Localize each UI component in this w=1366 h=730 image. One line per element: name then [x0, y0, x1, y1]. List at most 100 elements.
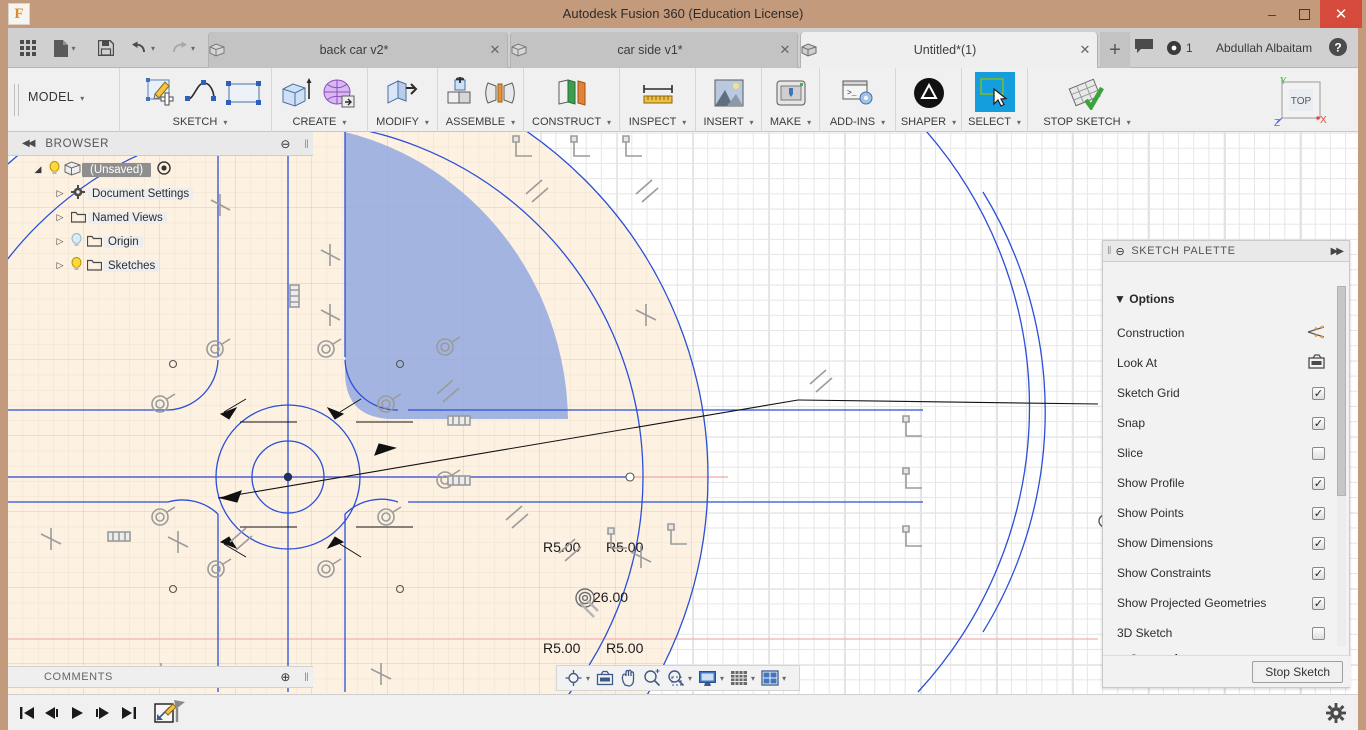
- ribbon-group-assemble-label[interactable]: ASSEMBLE ▾: [438, 116, 523, 128]
- comments-panel-header[interactable]: COMMENTS ⊕ ‖: [8, 666, 313, 688]
- palette-expand-icon[interactable]: ▶▶: [1331, 246, 1344, 257]
- select-tool-icon[interactable]: [975, 72, 1015, 112]
- form-icon[interactable]: [318, 74, 358, 112]
- help-icon[interactable]: ?: [1328, 37, 1350, 59]
- viewports-icon[interactable]: ▾: [759, 667, 788, 689]
- ribbon-group-stop-sketch-label[interactable]: STOP SKETCH ▾: [1028, 116, 1146, 128]
- spline-icon[interactable]: [182, 74, 222, 112]
- modify-caret-icon[interactable]: ▾: [425, 118, 429, 127]
- stop-sketch-button[interactable]: Stop Sketch: [1252, 661, 1343, 683]
- extrude-icon[interactable]: [276, 74, 316, 112]
- option-row-show-profile[interactable]: Show Profile ✓: [1117, 472, 1325, 494]
- option-row-show-points[interactable]: Show Points ✓: [1117, 502, 1325, 524]
- ribbon-grip[interactable]: [14, 84, 19, 116]
- option-row-look-at[interactable]: Look At: [1117, 352, 1325, 374]
- shaper-icon[interactable]: [909, 74, 949, 112]
- section-caret-icon[interactable]: ▼: [1114, 292, 1126, 306]
- measure-icon[interactable]: [638, 74, 678, 112]
- dimension-label-r5-bottom-right[interactable]: R5.00: [606, 640, 643, 656]
- section-header-options[interactable]: ▼ Options: [1114, 292, 1175, 306]
- ribbon-group-make-label[interactable]: MAKE ▾: [762, 116, 819, 128]
- scripts-addins-icon[interactable]: >_: [838, 74, 878, 112]
- construction-line-icon[interactable]: [1307, 325, 1325, 342]
- sketch-grid-checkbox[interactable]: ✓: [1312, 386, 1325, 400]
- snap-checkbox[interactable]: ✓: [1312, 416, 1325, 430]
- show-points-checkbox[interactable]: ✓: [1312, 506, 1325, 520]
- option-row-sketch-grid[interactable]: Sketch Grid ✓: [1117, 382, 1325, 404]
- step-forward-button[interactable]: [92, 704, 114, 722]
- stop-sketch-icon[interactable]: [1066, 74, 1106, 112]
- create-sketch-icon[interactable]: [142, 74, 182, 112]
- document-tab-car-side[interactable]: car side v1* ✕: [510, 32, 798, 68]
- play-button[interactable]: [66, 704, 88, 722]
- maximize-button[interactable]: [1288, 0, 1320, 28]
- document-tab-close-icon[interactable]: ✕: [773, 42, 797, 58]
- new-document-caret[interactable]: ▾: [71, 44, 75, 53]
- palette-minimize-icon[interactable]: ⊖: [1116, 245, 1126, 258]
- sketch-caret-icon[interactable]: ▾: [223, 118, 227, 127]
- option-row-construction[interactable]: Construction: [1117, 322, 1325, 344]
- redo-caret[interactable]: ▾: [191, 44, 195, 53]
- look-at-icon[interactable]: [594, 667, 616, 689]
- save-icon[interactable]: [92, 36, 120, 60]
- sketch-palette-header[interactable]: ‖ ⊖ SKETCH PALETTE ▶▶: [1103, 241, 1349, 262]
- viewports-caret-icon[interactable]: ▾: [782, 674, 786, 683]
- orbit-caret-icon[interactable]: ▾: [586, 674, 590, 683]
- option-row-slice[interactable]: Slice: [1117, 442, 1325, 464]
- browser-grip-icon[interactable]: ‖: [304, 137, 309, 151]
- app-grid-icon[interactable]: [14, 36, 42, 60]
- document-tab-untitled[interactable]: Untitled*(1) ✕: [800, 32, 1098, 68]
- document-tab-back-car[interactable]: back car v2* ✕: [208, 32, 508, 68]
- dimension-label-r5-top-right[interactable]: R5.00: [606, 539, 643, 555]
- grid-snap-icon[interactable]: ▾: [728, 667, 757, 689]
- new-component-icon[interactable]: [440, 74, 480, 112]
- insert-image-icon[interactable]: [709, 74, 749, 112]
- view-cube[interactable]: TOP Y X Z: [1270, 76, 1330, 134]
- option-row-show-dimensions[interactable]: Show Dimensions ✓: [1117, 532, 1325, 554]
- comments-grip-icon[interactable]: ‖: [304, 670, 309, 684]
- expand-arrow-icon[interactable]: ▷: [52, 236, 68, 247]
- close-button[interactable]: ✕: [1320, 0, 1362, 28]
- ribbon-group-inspect-label[interactable]: INSPECT ▾: [620, 116, 695, 128]
- undo-icon[interactable]: ▾: [126, 36, 160, 60]
- browser-item-unsaved[interactable]: ◢ (Unsaved): [30, 160, 171, 179]
- show-projected-geometries-checkbox[interactable]: ✓: [1312, 596, 1325, 610]
- expand-arrow-icon[interactable]: ◢: [30, 164, 46, 175]
- press-pull-icon[interactable]: [382, 74, 422, 112]
- display-settings-icon[interactable]: ▾: [696, 667, 726, 689]
- minimize-button[interactable]: –: [1256, 0, 1288, 28]
- user-name-label[interactable]: Abdullah Albaitam: [1216, 28, 1312, 68]
- shaper-caret-icon[interactable]: ▾: [952, 118, 956, 127]
- expand-arrow-icon[interactable]: ▷: [52, 188, 68, 199]
- settings-gear-icon[interactable]: [1326, 703, 1346, 723]
- job-status-indicator[interactable]: 1: [1166, 37, 1193, 59]
- select-caret-icon[interactable]: ▾: [1017, 118, 1021, 127]
- browser-collapse-icon[interactable]: ◀◀: [22, 138, 35, 149]
- expand-arrow-icon[interactable]: ▷: [52, 212, 68, 223]
- orbit-icon[interactable]: ▾: [562, 667, 592, 689]
- option-row-show-projected-geometries[interactable]: Show Projected Geometries ✓: [1117, 592, 1325, 614]
- construction-plane-icon[interactable]: [552, 74, 592, 112]
- make-caret-icon[interactable]: ▾: [807, 118, 811, 127]
- add-comment-icon[interactable]: ⊕: [280, 670, 291, 684]
- palette-grip-icon[interactable]: ‖: [1107, 245, 1111, 257]
- option-row-3d-sketch[interactable]: 3D Sketch: [1117, 622, 1325, 644]
- 3d-sketch-checkbox[interactable]: [1312, 626, 1325, 640]
- addins-caret-icon[interactable]: ▾: [881, 118, 885, 127]
- browser-item-sketches[interactable]: ▷ Sketches: [52, 256, 160, 275]
- palette-scrollbar-thumb[interactable]: [1337, 286, 1346, 496]
- document-tab-close-icon[interactable]: ✕: [1073, 42, 1097, 58]
- ribbon-group-insert-label[interactable]: INSERT ▾: [696, 116, 761, 128]
- visibility-bulb-icon[interactable]: [68, 233, 84, 250]
- add-tab-button[interactable]: +: [1100, 32, 1130, 68]
- palette-scrollbar[interactable]: [1337, 286, 1346, 646]
- ribbon-group-addins-label[interactable]: ADD-INS ▾: [820, 116, 895, 128]
- 3d-print-icon[interactable]: [771, 74, 811, 112]
- ribbon-group-construct-label[interactable]: CONSTRUCT ▾: [524, 116, 619, 128]
- pan-icon[interactable]: [618, 667, 639, 689]
- construct-caret-icon[interactable]: ▾: [607, 118, 611, 127]
- assemble-caret-icon[interactable]: ▾: [511, 118, 515, 127]
- slice-checkbox[interactable]: [1312, 446, 1325, 460]
- browser-minimize-icon[interactable]: ⊖: [280, 137, 291, 151]
- ribbon-group-shaper-label[interactable]: SHAPER ▾: [896, 116, 961, 128]
